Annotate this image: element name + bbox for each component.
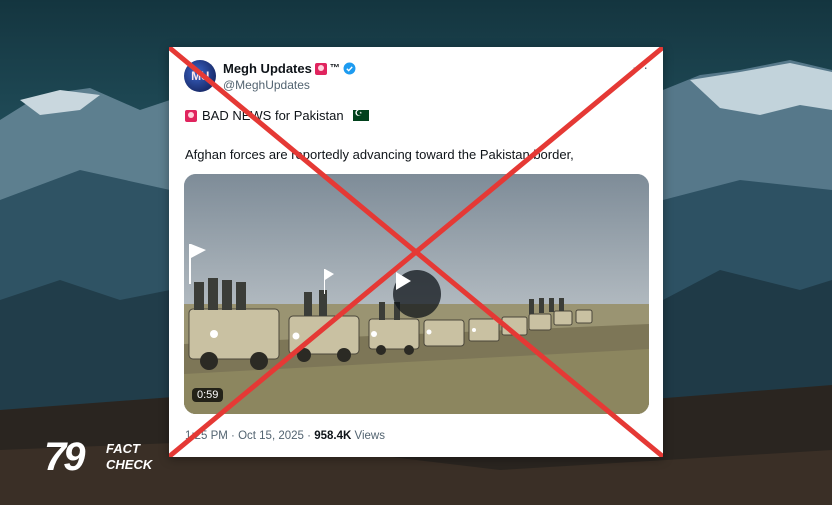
tweet-text-line-2: Afghan forces are reportedly advancing t… <box>185 147 574 162</box>
video-duration: 0:59 <box>192 388 224 402</box>
user-handle[interactable]: @MeghUpdates <box>223 78 310 92</box>
display-name-text: Megh Updates <box>223 61 312 76</box>
tweet-card: MU Megh Updates ™ @MeghUpdates ··· BAD N… <box>169 47 663 457</box>
logo-check-text: CHECK <box>106 457 153 472</box>
separator: · <box>231 430 235 442</box>
tweet-time[interactable]: 1:25 PM <box>185 430 228 442</box>
logo-fact-text: FACT <box>106 441 140 456</box>
verified-badge-icon <box>343 62 356 75</box>
fact-check-logo: 79 FACT CHECK <box>44 434 156 484</box>
play-icon <box>396 272 411 290</box>
logo-digits: 79 <box>44 435 85 479</box>
tweet-headline: BAD NEWS for Pakistan <box>202 108 344 123</box>
avatar[interactable]: MU <box>184 60 216 92</box>
siren-icon <box>185 109 197 122</box>
tweet-date[interactable]: Oct 15, 2025 <box>238 430 304 442</box>
views-label: Views <box>354 430 385 442</box>
siren-icon <box>314 62 327 75</box>
play-button[interactable] <box>393 270 441 318</box>
pakistan-flag-icon <box>348 108 369 121</box>
tweet-text-line-1: BAD NEWS for Pakistan <box>185 108 369 123</box>
tweet-metadata: 1:25 PM · Oct 15, 2025 · 958.4K Views <box>185 430 385 442</box>
separator: · <box>307 430 311 442</box>
more-options-icon[interactable]: ··· <box>632 59 649 75</box>
display-name[interactable]: Megh Updates ™ <box>223 61 356 76</box>
video-player[interactable]: 0:59 <box>184 174 649 414</box>
views-count: 958.4K <box>314 430 352 442</box>
trademark-mark: ™ <box>329 63 340 74</box>
